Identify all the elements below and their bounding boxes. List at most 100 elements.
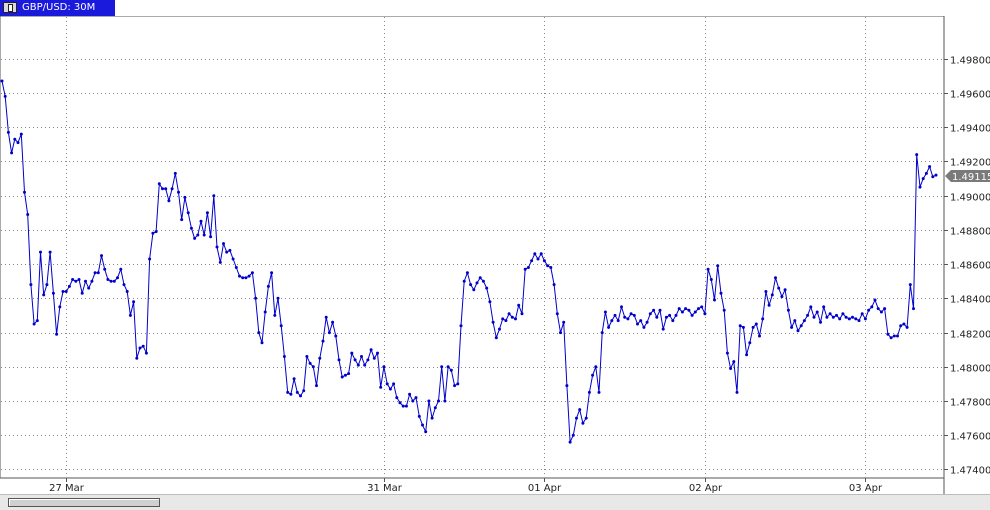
data-point — [934, 173, 938, 177]
data-point — [430, 416, 434, 420]
data-point — [0, 79, 4, 83]
data-point — [96, 271, 100, 275]
data-point — [520, 312, 524, 316]
data-point — [748, 341, 752, 345]
data-point — [308, 361, 312, 365]
data-point — [343, 373, 347, 377]
data-point — [613, 313, 617, 317]
data-point — [366, 358, 370, 362]
data-point — [382, 365, 386, 369]
data-point — [536, 257, 540, 261]
window-icon[interactable] — [3, 2, 17, 13]
data-point — [289, 392, 293, 396]
data-point — [507, 312, 511, 316]
data-point — [302, 389, 306, 393]
data-point — [693, 310, 697, 314]
data-point — [501, 317, 505, 321]
data-point — [796, 329, 800, 333]
y-tick-label: 1.49400 — [950, 124, 990, 135]
data-point — [3, 94, 7, 98]
data-point — [928, 165, 932, 169]
data-point — [161, 187, 164, 191]
price-chart[interactable]: 1.47400 1.47600 1.47800 1.48000 1.48200 1.484… — [0, 15, 990, 494]
data-point — [48, 250, 52, 254]
price-axis-panel — [944, 16, 990, 494]
data-point — [648, 312, 652, 316]
data-point — [838, 317, 842, 321]
data-point — [709, 278, 713, 281]
horizontal-scrollbar[interactable] — [0, 494, 990, 510]
data-point — [424, 430, 428, 434]
data-point — [639, 319, 643, 323]
data-point — [517, 303, 521, 307]
data-point — [584, 416, 588, 420]
data-point — [725, 351, 729, 355]
data-point — [244, 276, 248, 280]
data-point — [321, 339, 325, 343]
data-point — [690, 313, 694, 317]
data-point — [398, 401, 402, 405]
data-point — [205, 211, 209, 215]
data-point — [799, 324, 803, 328]
data-point — [523, 267, 527, 271]
data-point — [276, 296, 280, 300]
data-point — [135, 356, 139, 360]
data-point — [23, 190, 26, 194]
data-point — [199, 219, 203, 223]
data-point — [526, 266, 530, 269]
scrollbar-thumb[interactable] — [8, 498, 160, 507]
data-point — [270, 271, 274, 275]
chart-title: GBP/USD: 30M — [22, 2, 96, 13]
data-point — [35, 319, 39, 323]
data-point — [732, 360, 736, 364]
data-point — [472, 288, 476, 292]
data-point — [889, 336, 893, 340]
data-point — [324, 315, 328, 319]
data-point — [446, 365, 450, 369]
data-point — [729, 367, 733, 370]
y-tick-label: 1.47800 — [950, 398, 990, 409]
data-point — [754, 322, 758, 326]
data-point — [266, 284, 270, 288]
data-point — [642, 325, 646, 329]
data-point — [828, 312, 832, 316]
y-tick-label: 1.47400 — [950, 466, 990, 477]
chart-area[interactable]: 1.47400 1.47600 1.47800 1.48000 1.48200 1.484… — [0, 15, 990, 498]
data-point — [879, 310, 883, 314]
data-point — [141, 344, 145, 348]
data-point — [353, 358, 357, 362]
data-point — [780, 295, 784, 299]
data-point — [64, 290, 68, 293]
data-point — [13, 137, 17, 141]
data-point — [655, 315, 659, 319]
data-point — [440, 365, 444, 369]
data-point — [603, 310, 607, 314]
data-point — [616, 319, 620, 323]
data-point — [892, 334, 896, 338]
data-point — [899, 324, 903, 328]
data-point — [369, 348, 373, 352]
data-point — [555, 312, 559, 316]
data-point — [758, 334, 761, 338]
data-point — [93, 271, 97, 275]
data-point — [215, 245, 219, 249]
data-point — [931, 175, 935, 179]
data-point — [738, 324, 742, 328]
data-point — [228, 248, 232, 252]
data-point — [218, 260, 222, 264]
data-point — [883, 307, 887, 311]
data-point — [915, 153, 919, 157]
data-point — [674, 313, 678, 317]
data-point — [71, 278, 75, 281]
data-point — [847, 317, 851, 321]
price-label-layer: 1.49115 — [945, 170, 990, 183]
plot-area — [0, 15, 945, 479]
chart-title-tab[interactable]: GBP/USD: 30M — [0, 0, 115, 16]
data-point — [151, 231, 155, 235]
data-point — [433, 406, 437, 410]
data-point — [481, 279, 485, 283]
data-point — [42, 293, 46, 297]
data-point — [238, 274, 241, 278]
data-point — [282, 355, 286, 358]
data-point — [61, 290, 65, 293]
